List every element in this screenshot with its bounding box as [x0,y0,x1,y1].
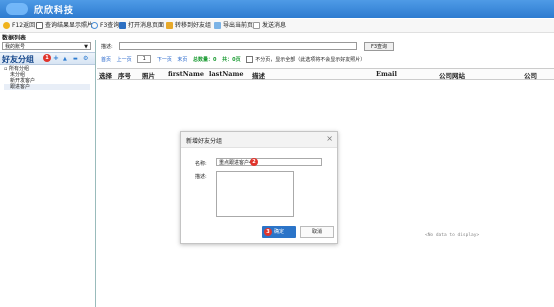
toolbar-back-label: F12返回 [12,22,36,29]
group-description-field[interactable] [216,171,294,217]
cancel-button-label: 取消 [311,229,322,235]
add-group-icon[interactable]: + [53,55,59,62]
column-header-firstname[interactable]: firstName [168,70,204,78]
column-header-lastname[interactable]: lastName [209,70,244,78]
column-header-email[interactable]: Email [376,70,397,78]
toolbar-back-button[interactable]: F12返回 [3,21,35,30]
close-icon[interactable]: × [326,135,333,143]
account-select-value: 我的账号 [5,44,26,50]
pager: 首页 上一页 1 下一页 末页 总数量：0 共：0页 不分页，显示全部（此选项将… [101,55,369,63]
grid-header: 选择 序号 照片 firstName lastName 描述 Email 公司网… [97,68,554,80]
account-select[interactable]: 我的账号 ▼ [2,42,91,50]
dialog-title: 新增好友分组 [186,138,223,145]
toolbar-move-group-button[interactable]: 转移到好友组 [166,21,211,30]
group-name-field[interactable]: 重点跟进客户4 [216,158,322,166]
column-header-select[interactable]: 选择 [99,70,112,80]
no-paging-checkbox[interactable] [246,55,254,63]
group-tree: ▫ 所有分组 未分组 新开发客户 跟进客户 [4,66,90,90]
mail-icon [253,22,260,29]
title-bar: 欣欣科技 [0,0,554,18]
dialog-header: 新增好友分组 × [181,132,337,148]
prev-page-link[interactable]: 上一页 [117,57,132,63]
step-badge-3: 3 [264,228,272,236]
group-name-value: 重点跟进客户4 [219,160,253,166]
magnifier-icon [91,22,98,29]
column-header-photo[interactable]: 照片 [142,70,155,80]
toolbar-open-message-label: 打开消息页面 [128,22,165,29]
next-page-link[interactable]: 下一页 [157,57,172,63]
folder-icon [166,22,173,29]
step-badge-2: 2 [250,158,258,166]
group-header: 好友分组 1 + ▲ ▬ ⚙ [0,52,95,65]
tree-item-follow-up-customers[interactable]: 跟进客户 [4,84,90,90]
move-up-icon[interactable]: ▲ [63,56,67,63]
app-logo [6,3,28,15]
settings-icon[interactable]: ⚙ [83,55,88,62]
cancel-button[interactable]: 取消 [300,226,334,238]
toolbar-send-message-label: 发送消息 [262,22,287,29]
first-page-link[interactable]: 首页 [101,57,111,63]
toolbar-show-photos-checkbox[interactable]: 查询结果显示照片 [36,21,93,30]
smiley-icon [3,22,10,29]
toolbar-move-group-label: 转移到好友组 [175,22,212,29]
toolbar-search-label: F3查询 [100,22,120,29]
search-button-label: F3查询 [370,44,388,50]
page-number-input[interactable]: 1 [137,55,152,63]
toolbar-show-photos-label: 查询结果显示照片 [45,22,94,29]
group-description-label: 描述: [195,174,207,180]
column-header-company[interactable]: 公司 [524,70,537,80]
empty-grid-message: <No data to display> [425,233,480,238]
toolbar-open-message-button[interactable]: 打开消息页面 [119,21,164,30]
total-count: 总数量：0 [193,56,217,63]
checkbox-icon [36,22,43,29]
group-header-title: 好友分组 [2,55,34,64]
left-panel: 我的账号 ▼ 好友分组 1 + ▲ ▬ ⚙ ▫ 所有分组 未分组 新开发客户 跟… [0,40,96,307]
toolbar-send-message-button[interactable]: 发送消息 [253,21,286,30]
last-page-link[interactable]: 末页 [177,57,187,63]
add-group-dialog: 新增好友分组 × 名称: 重点跟进客户4 2 描述: 确定 3 取消 [180,131,338,244]
group-name-label: 名称: [195,161,207,167]
message-icon [119,22,126,29]
toolbar-export-label: 导出当前页 [223,22,254,29]
no-paging-label: 不分页，显示全部（此选项将不会显示好友照片） [255,56,366,63]
remove-group-icon[interactable]: ▬ [73,56,78,63]
chevron-down-icon: ▼ [84,44,88,50]
column-header-description[interactable]: 描述 [252,70,265,80]
confirm-button-label: 确定 [273,229,284,235]
column-header-website[interactable]: 公司网站 [439,70,465,80]
search-button[interactable]: F3查询 [364,42,394,51]
export-icon [214,22,221,29]
total-pages: 共：0页 [222,56,241,63]
toolbar-search-button[interactable]: F3查询 [91,21,119,30]
search-input[interactable] [119,42,357,50]
search-label: 描述: [101,44,113,50]
window-title: 欣欣科技 [34,6,75,16]
column-header-index[interactable]: 序号 [118,70,131,80]
step-badge-1: 1 [43,54,51,62]
toolbar-export-button[interactable]: 导出当前页 [214,21,253,30]
toolbar: F12返回 查询结果显示照片 F3查询 打开消息页面 转移到好友组 导出当前页 … [0,19,554,33]
